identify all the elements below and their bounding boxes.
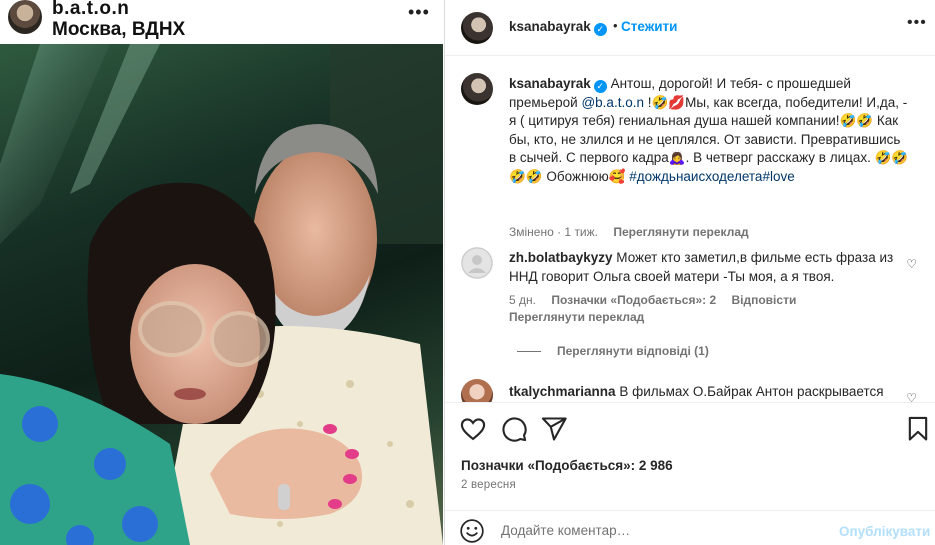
more-horizontal-icon[interactable]: •••: [907, 14, 927, 32]
comment-likes[interactable]: Позначки «Подобається»: 2: [551, 293, 716, 307]
caption-meta: Змінено · 1 тиж. Переглянути переклад: [509, 225, 749, 239]
comment-item: zh.bolatbaykyzy Может кто заметил,в филь…: [461, 247, 921, 362]
view-replies-label[interactable]: Переглянути відповіді (1): [557, 344, 709, 358]
share-icon[interactable]: [540, 415, 568, 443]
comment-reply-button[interactable]: Відповісти: [731, 293, 796, 307]
caption-avatar[interactable]: [461, 73, 493, 105]
comment-icon[interactable]: [500, 415, 528, 443]
add-comment-input[interactable]: [501, 523, 821, 538]
comment-body: В фильмах О.Байрак Антон раскрывается: [619, 384, 884, 399]
media-header: b.a.t.o.n Москва, ВДНХ •••: [0, 0, 443, 44]
comment-text: zh.bolatbaykyzy Может кто заметил,в филь…: [509, 249, 909, 286]
post-media: b.a.t.o.n Москва, ВДНХ •••: [0, 0, 443, 545]
post-photo[interactable]: [0, 44, 443, 545]
caption-hashtags[interactable]: #дождьнаисходелета#love: [629, 169, 794, 184]
author-username-text[interactable]: ksanabayrak: [509, 19, 591, 34]
emoji-icon[interactable]: [459, 518, 485, 544]
photo-illustration: [0, 44, 443, 545]
media-avatar[interactable]: [8, 0, 42, 34]
comment-username[interactable]: tkalychmarianna: [509, 384, 616, 399]
author-avatar[interactable]: [461, 12, 493, 44]
comment-meta: 5 дн. Позначки «Подобається»: 2 Відповіс…: [509, 293, 796, 307]
comment-see-translation[interactable]: Переглянути переклад: [509, 310, 644, 324]
caption-username[interactable]: ksanabayrak: [509, 76, 591, 91]
publish-button[interactable]: Опублікувати: [839, 524, 930, 539]
post-date[interactable]: 2 вересня: [461, 479, 516, 491]
comment-item: tkalychmarianna В фильмах О.Байрак Антон…: [461, 379, 921, 402]
like-comment-heart-icon[interactable]: ♡: [906, 391, 917, 402]
comment-avatar[interactable]: [461, 247, 493, 279]
media-location[interactable]: Москва, ВДНХ: [52, 19, 185, 41]
comment-username[interactable]: zh.bolatbaykyzy: [509, 250, 613, 265]
caption: ksanabayrak ✓ Антош, дорогой! И тебя- с п…: [461, 73, 921, 239]
post-actions: Позначки «Подобається»: 2 986 2 вересня: [445, 402, 935, 502]
post-panel: ksanabayrak ✓ • Стежити ••• ksanabayrak ✓ …: [444, 0, 935, 545]
verified-badge-icon: ✓: [593, 23, 607, 36]
comment-time: 5 дн.: [509, 293, 536, 307]
caption-see-translation[interactable]: Переглянути переклад: [613, 225, 748, 239]
post-header: ksanabayrak ✓ • Стежити •••: [445, 0, 935, 56]
author-username[interactable]: ksanabayrak ✓: [509, 19, 607, 36]
verified-badge-icon: ✓: [593, 80, 607, 93]
comment-avatar[interactable]: [461, 379, 493, 402]
comment-text: tkalychmarianna В фильмах О.Байрак Антон…: [509, 383, 909, 402]
default-avatar-icon: [461, 247, 493, 279]
caption-edited-time: Змінено · 1 тиж.: [509, 225, 598, 239]
caption-text: ksanabayrak ✓ Антош, дорогой! И тебя- с п…: [509, 75, 909, 186]
more-horizontal-icon[interactable]: •••: [408, 2, 430, 23]
like-heart-icon[interactable]: [459, 415, 487, 443]
bookmark-icon[interactable]: [904, 415, 932, 443]
like-comment-heart-icon[interactable]: ♡: [906, 257, 917, 271]
likes-count[interactable]: Позначки «Подобається»: 2 986: [461, 458, 673, 473]
media-username[interactable]: b.a.t.o.n: [52, 0, 129, 20]
caption-mention[interactable]: @b.a.t.o.n: [581, 95, 644, 110]
add-comment-bar: Опублікувати: [445, 510, 935, 545]
comments-list[interactable]: ksanabayrak ✓ Антош, дорогой! И тебя- с п…: [445, 57, 935, 402]
view-replies-button[interactable]: Переглянути відповіді (1): [517, 344, 709, 358]
replies-line: [517, 351, 541, 353]
follow-button[interactable]: Стежити: [621, 19, 677, 34]
separator-dot: •: [613, 18, 618, 33]
